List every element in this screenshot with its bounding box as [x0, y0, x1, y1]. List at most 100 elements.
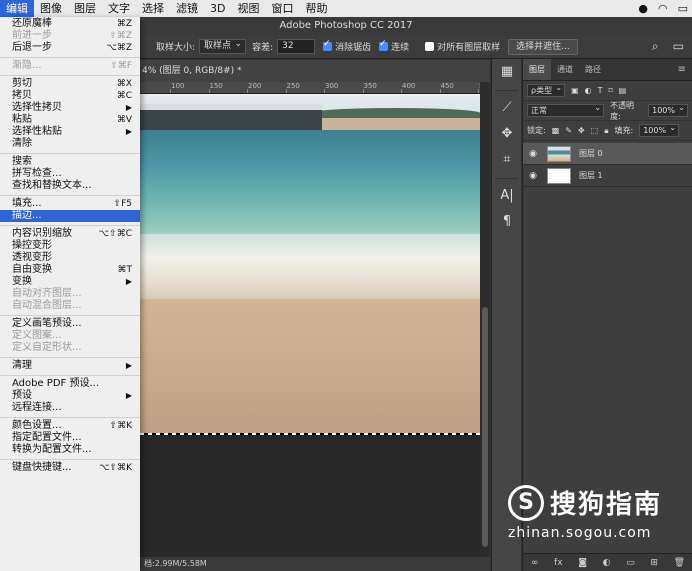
edit-menu-item[interactable]: 还原魔棒 ⌘Z	[0, 18, 140, 30]
layer-row[interactable]: ◉ 图层 0	[523, 143, 692, 165]
lock-transparent-icon[interactable]: ▩	[552, 126, 560, 135]
menu-8[interactable]: 窗口	[265, 0, 299, 17]
layer-style-icon[interactable]: fx	[554, 558, 563, 568]
vertical-scrollbar[interactable]	[480, 82, 490, 557]
filter-adjust-icon[interactable]: ◐	[585, 86, 592, 95]
edit-menu-item[interactable]: 透视变形	[0, 252, 140, 264]
edit-menu-item[interactable]: Adobe PDF 预设...	[0, 378, 140, 390]
new-group-icon[interactable]: ▭	[626, 558, 635, 568]
workspace-icon[interactable]: ▭	[673, 39, 684, 54]
select-and-mask-button[interactable]: 选择并遮住...	[508, 38, 578, 55]
tab-channels[interactable]: 通道	[551, 59, 579, 80]
document-tab[interactable]: 4% (图层 0, RGB/8#) *	[140, 60, 490, 82]
crop-icon[interactable]: ⌗	[492, 147, 522, 173]
adjustment-layer-icon[interactable]: ◐	[603, 558, 611, 568]
surf-region	[140, 234, 480, 304]
edit-menu-item[interactable]: 选择性粘贴 ▶	[0, 126, 140, 138]
menu-2[interactable]: 图层	[68, 0, 102, 17]
filter-pixel-icon[interactable]: ▣	[571, 86, 579, 95]
edit-menu-item[interactable]: 拼写检查...	[0, 168, 140, 180]
menu-shortcut: ⇧⌘F	[110, 61, 132, 71]
opacity-input[interactable]: 100%	[648, 102, 688, 117]
menu-9[interactable]: 帮助	[299, 0, 333, 17]
edit-menu-item[interactable]: 描边...	[0, 210, 140, 222]
edit-menu-item[interactable]: 内容识别缩放 ⌥⇧⌘C	[0, 228, 140, 240]
layer-kind-filter[interactable]: ρ类型	[527, 82, 566, 97]
layer-row[interactable]: ◉ 图层 1	[523, 165, 692, 187]
edit-menu-item[interactable]: 搜索	[0, 156, 140, 168]
layer-name[interactable]: 图层 0	[579, 148, 603, 159]
panel-menu-icon[interactable]: ≡	[678, 59, 686, 81]
lock-artboard-icon[interactable]: ⬚	[591, 126, 599, 135]
filter-shape-icon[interactable]: ⌑	[609, 86, 613, 95]
filter-smart-icon[interactable]: ▤	[619, 86, 627, 95]
edit-menu-item[interactable]: 查找和替换文本...	[0, 180, 140, 192]
contiguous-checkbox[interactable]	[379, 39, 389, 51]
menu-5[interactable]: 滤镜	[170, 0, 204, 17]
ruler-label: 450	[440, 82, 454, 90]
edit-menu-item[interactable]: 键盘快捷键... ⌥⇧⌘K	[0, 462, 140, 474]
layer-name[interactable]: 图层 1	[579, 170, 603, 181]
menu-0[interactable]: 编辑	[0, 0, 34, 17]
edit-menu-item[interactable]: 填充... ⇧F5	[0, 198, 140, 210]
scroll-thumb[interactable]	[482, 307, 488, 547]
submenu-arrow-icon: ▶	[125, 391, 132, 400]
menu-item-label: 透视变形	[12, 252, 52, 263]
edit-menu-item[interactable]: 操控变形	[0, 240, 140, 252]
history-icon[interactable]: ▦	[492, 59, 522, 85]
menu-item-label: 拷贝	[12, 90, 32, 101]
penguin-icon[interactable]: ●	[638, 2, 648, 15]
blend-mode-select[interactable]: 正常	[527, 102, 605, 117]
edit-menu-item[interactable]: 清除	[0, 138, 140, 150]
sample-size-select[interactable]: 取样点	[199, 38, 247, 54]
menu-1[interactable]: 图像	[34, 0, 68, 17]
filter-type-icon[interactable]: T	[598, 86, 603, 95]
battery-icon[interactable]: ▭	[678, 2, 688, 15]
clone-source-icon[interactable]: ✥	[492, 121, 522, 147]
menu-shortcut: ⌘V	[116, 115, 132, 125]
ruler-label: 350	[363, 82, 377, 90]
menu-item-label: 定义自定形状...	[12, 342, 82, 353]
visibility-eye-icon[interactable]: ◉	[523, 149, 543, 159]
edit-menu-item[interactable]: 自由变换 ⌘T	[0, 264, 140, 276]
lock-move-icon[interactable]: ✥	[578, 126, 585, 135]
canvas-image[interactable]	[140, 94, 480, 434]
wifi-icon[interactable]: ◠	[658, 2, 668, 15]
menu-6[interactable]: 3D	[204, 0, 231, 17]
menu-7[interactable]: 视图	[231, 0, 265, 17]
add-mask-icon[interactable]: ◙	[578, 558, 587, 568]
fill-input[interactable]: 100%	[639, 122, 680, 137]
edit-menu-item[interactable]: 变换 ▶	[0, 276, 140, 288]
edit-menu-item[interactable]: 拷贝 ⌘C	[0, 90, 140, 102]
edit-menu-item[interactable]: 指定配置文件...	[0, 432, 140, 444]
new-layer-icon[interactable]: ⊞	[650, 558, 658, 568]
edit-menu-item[interactable]: 转换为配置文件...	[0, 444, 140, 456]
character-icon[interactable]: A|	[492, 183, 522, 209]
edit-menu-item[interactable]: 后退一步 ⌥⌘Z	[0, 42, 140, 54]
tab-layers[interactable]: 图层	[523, 59, 551, 80]
edit-menu-item[interactable]: 剪切 ⌘X	[0, 78, 140, 90]
menu-4[interactable]: 选择	[136, 0, 170, 17]
all-layers-checkbox[interactable]	[425, 42, 435, 51]
delete-layer-icon[interactable]: 🗑︎	[674, 558, 685, 568]
lock-paint-icon[interactable]: ✎	[565, 126, 572, 135]
antialias-checkbox[interactable]	[323, 39, 333, 51]
tab-paths[interactable]: 路径	[579, 59, 607, 80]
brush-settings-icon[interactable]: ⟋	[492, 95, 522, 121]
link-layers-icon[interactable]: ∞	[531, 558, 539, 568]
menu-item-label: 远程连接...	[12, 402, 62, 413]
menu-item-label: 前进一步	[12, 30, 52, 41]
lock-all-icon[interactable]: 🔒︎	[604, 126, 608, 136]
tolerance-input[interactable]: 32	[277, 39, 316, 54]
edit-menu-item[interactable]: 选择性拷贝 ▶	[0, 102, 140, 114]
menu-3[interactable]: 文字	[102, 0, 136, 17]
edit-menu-item[interactable]: 定义画笔预设...	[0, 318, 140, 330]
search-icon[interactable]: ⌕	[652, 39, 659, 54]
paragraph-icon[interactable]: ¶	[492, 209, 522, 235]
edit-menu-item[interactable]: 远程连接...	[0, 402, 140, 414]
edit-menu-item[interactable]: 清理 ▶	[0, 360, 140, 372]
edit-menu-item[interactable]: 颜色设置... ⇧⌘K	[0, 420, 140, 432]
edit-menu-item[interactable]: 粘贴 ⌘V	[0, 114, 140, 126]
visibility-eye-icon[interactable]: ◉	[523, 171, 543, 181]
edit-menu-item[interactable]: 预设 ▶	[0, 390, 140, 402]
